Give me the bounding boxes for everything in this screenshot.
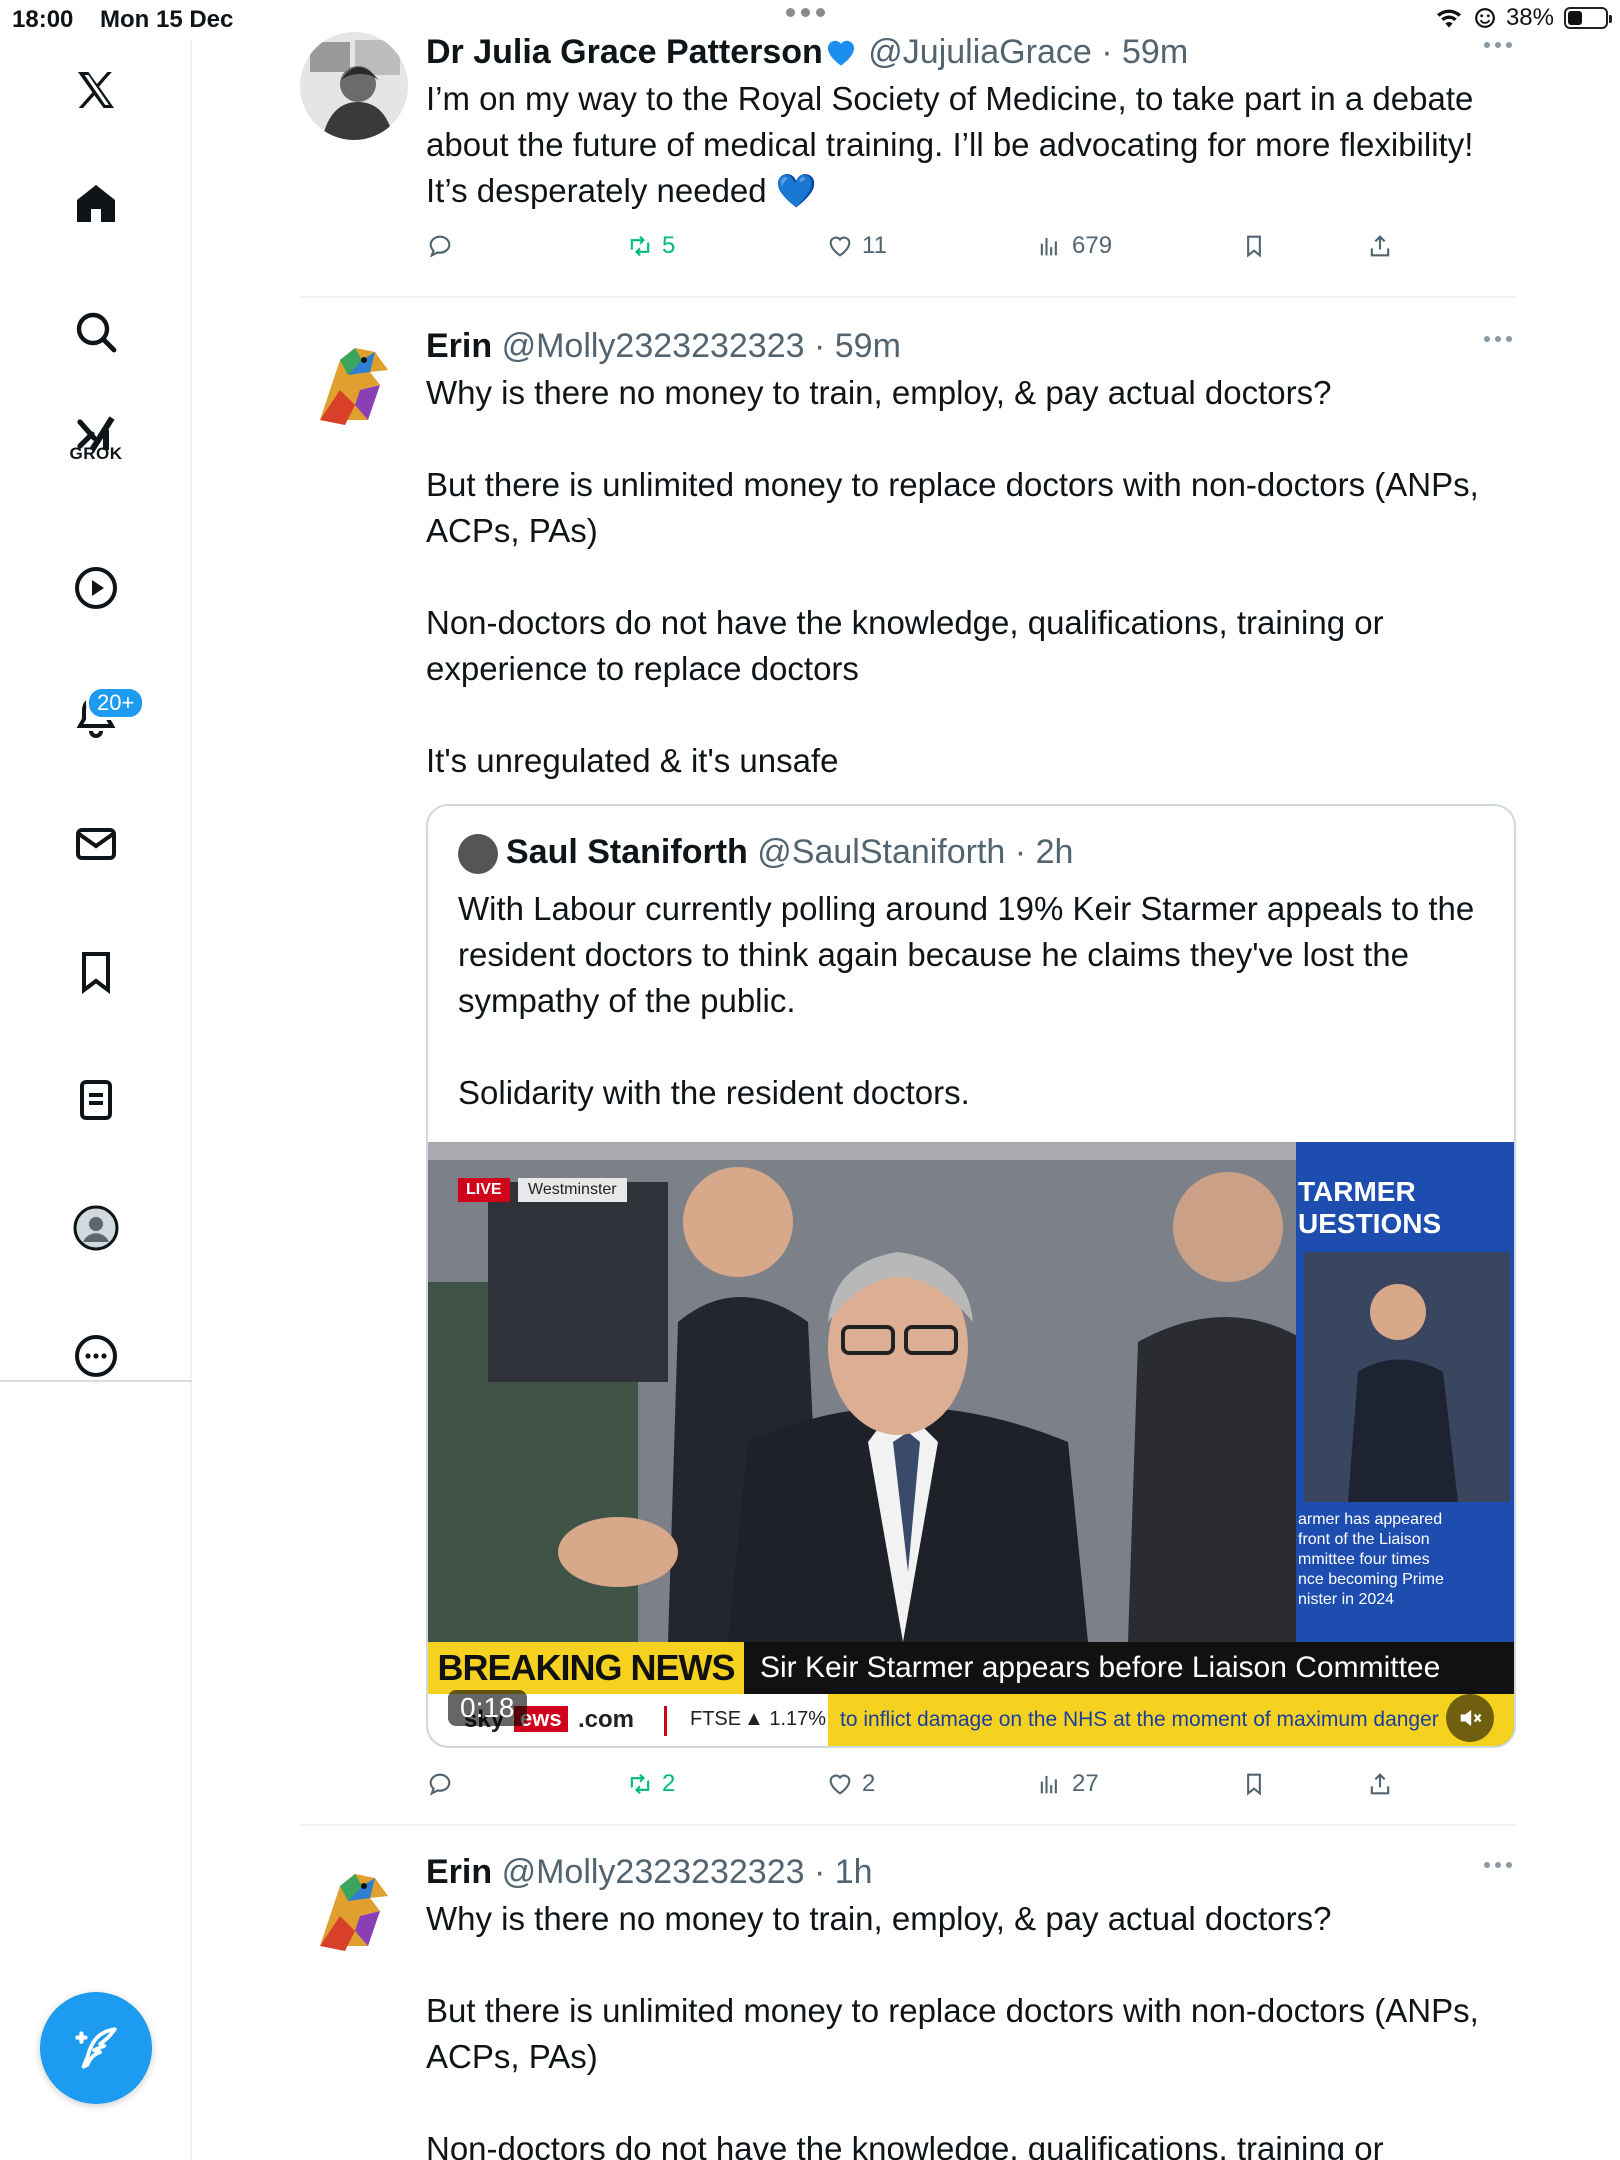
share-icon (1370, 1773, 1390, 1795)
heart-icon (829, 1774, 851, 1795)
quoted-author-name[interactable]: Saul Staniforth (506, 833, 748, 871)
video-duration: 0:18 (448, 1690, 527, 1726)
bookmark-icon (1247, 235, 1261, 258)
profile-avatar-icon[interactable] (56, 1188, 136, 1268)
share-button[interactable] (1366, 232, 1394, 260)
avatar[interactable] (300, 330, 408, 438)
quoted-avatar[interactable] (458, 834, 498, 875)
author-name[interactable]: Dr Julia Grace Patterson (426, 33, 823, 71)
bookmark-icon (1247, 1773, 1261, 1796)
battery-percent: 38% (1505, 4, 1554, 31)
quoted-post-text: With Labour currently polling around 19%… (458, 890, 1475, 1112)
side-panel-title: TARMER UESTIONS (1298, 1176, 1442, 1239)
video-player[interactable]: LIVE Westminster TARMER UESTIONS armer h… (428, 1142, 1514, 1746)
sidebar-divider (0, 1380, 192, 1382)
x-logo-icon[interactable] (56, 50, 136, 130)
more-options-icon[interactable] (56, 1316, 136, 1396)
battery-icon (1564, 7, 1612, 29)
compose-feather-icon (75, 2027, 117, 2069)
ticker-bar: sky ews .com FTSE ▲ 1.17% to inflict dam… (428, 1694, 1514, 1746)
bookmarks-icon[interactable] (56, 932, 136, 1012)
status-date: Mon 15 Dec (100, 6, 234, 33)
mute-speaker-icon (1460, 1709, 1482, 1727)
blue-heart-emoji-icon (827, 40, 854, 66)
tweet-divider (300, 1824, 1516, 1826)
views-chart-icon (1040, 1775, 1057, 1794)
breaking-news-label: BREAKING NEWS (428, 1642, 744, 1694)
repost-button[interactable]: 5 (626, 232, 675, 260)
author-name[interactable]: Erin (426, 327, 492, 365)
repost-count: 5 (662, 232, 676, 259)
mute-button[interactable] (1446, 1694, 1494, 1742)
status-time: 18:00 (12, 6, 74, 33)
view-count: 27 (1072, 1770, 1099, 1797)
tweet[interactable]: Dr Julia Grace Patterson @JujuliaGrace ·… (300, 32, 1516, 262)
bookmark-button[interactable] (1240, 1770, 1268, 1798)
author-handle[interactable]: @Molly2323232323 (502, 327, 805, 365)
share-button[interactable] (1366, 1770, 1394, 1798)
ticker-index: FTSE (690, 1708, 742, 1730)
more-menu-icon[interactable] (1484, 42, 1512, 48)
home-icon[interactable] (56, 164, 136, 244)
more-menu-icon[interactable] (1484, 1862, 1512, 1868)
more-menu-icon[interactable] (1484, 336, 1512, 342)
side-panel-caption: armer has appeared front of the Liaison … (1298, 1511, 1444, 1608)
repost-icon (630, 1773, 650, 1795)
location-label: Westminster (518, 1178, 627, 1202)
post-text: I’m on my way to the Royal Society of Me… (426, 80, 1474, 209)
author-handle[interactable]: @Molly2323232323 (502, 1853, 805, 1891)
tweet[interactable]: Erin @Molly2323232323 · 1h Why is there … (300, 1852, 1516, 2160)
avatar[interactable] (300, 1856, 408, 1964)
search-icon[interactable] (56, 292, 136, 372)
view-count: 679 (1072, 232, 1113, 259)
site-label-b: .com (578, 1706, 635, 1733)
post-time[interactable]: 1h (835, 1853, 873, 1891)
bookmark-button[interactable] (1240, 232, 1268, 260)
quoted-post[interactable]: Saul Staniforth @SaulStaniforth · 2h Wit… (426, 804, 1516, 1748)
repost-icon (630, 235, 650, 257)
like-count: 2 (862, 1770, 876, 1797)
breaking-news-bar: BREAKING NEWS Sir Keir Starmer appears b… (428, 1642, 1514, 1694)
tweet-divider (300, 296, 1516, 298)
reply-icon (429, 235, 451, 258)
messages-icon[interactable] (56, 804, 136, 884)
avatar[interactable] (300, 32, 408, 140)
repost-button[interactable]: 2 (626, 1770, 675, 1798)
author-name[interactable]: Erin (426, 1853, 492, 1891)
live-badge: LIVE (458, 1178, 510, 1202)
author-handle[interactable]: @JujuliaGrace (868, 33, 1092, 71)
video-icon[interactable] (56, 548, 136, 628)
quoted-post-time[interactable]: 2h (1036, 833, 1074, 871)
post-text: Why is there no money to train, employ, … (426, 1900, 1479, 2160)
heart-icon (829, 236, 851, 257)
compose-post-button[interactable] (40, 1992, 152, 2104)
ticker-value: ▲ 1.17% (744, 1708, 827, 1730)
breaking-headline: Sir Keir Starmer appears before Liaison … (760, 1651, 1441, 1684)
reply-button[interactable] (426, 1770, 454, 1798)
views-button[interactable]: 27 (1036, 1770, 1099, 1798)
reply-button[interactable] (426, 232, 454, 260)
repost-count: 2 (662, 1770, 676, 1797)
tweet[interactable]: Erin @Molly2323232323 · 59m Why is there… (300, 326, 1516, 1806)
post-text: Why is there no money to train, employ, … (426, 374, 1479, 779)
post-time[interactable]: 59m (835, 327, 901, 365)
grok-label: GROK (69, 444, 123, 463)
lists-icon[interactable] (56, 1060, 136, 1140)
multitasking-dots-icon[interactable] (786, 8, 825, 17)
like-button[interactable]: 2 (826, 1770, 875, 1798)
wifi-icon (1436, 9, 1461, 28)
quoted-author-handle[interactable]: @SaulStaniforth (757, 833, 1005, 871)
ticker-text: to inflict damage on the NHS at the mome… (840, 1708, 1439, 1731)
like-button[interactable]: 11 (826, 232, 887, 260)
views-button[interactable]: 679 (1036, 232, 1112, 260)
reply-icon (429, 1773, 451, 1796)
focus-mode-icon (1475, 8, 1495, 28)
like-count: 11 (862, 232, 887, 259)
share-icon (1370, 235, 1390, 257)
views-chart-icon (1040, 237, 1057, 256)
notification-badge: 20+ (86, 686, 146, 720)
post-time[interactable]: 59m (1122, 33, 1188, 71)
